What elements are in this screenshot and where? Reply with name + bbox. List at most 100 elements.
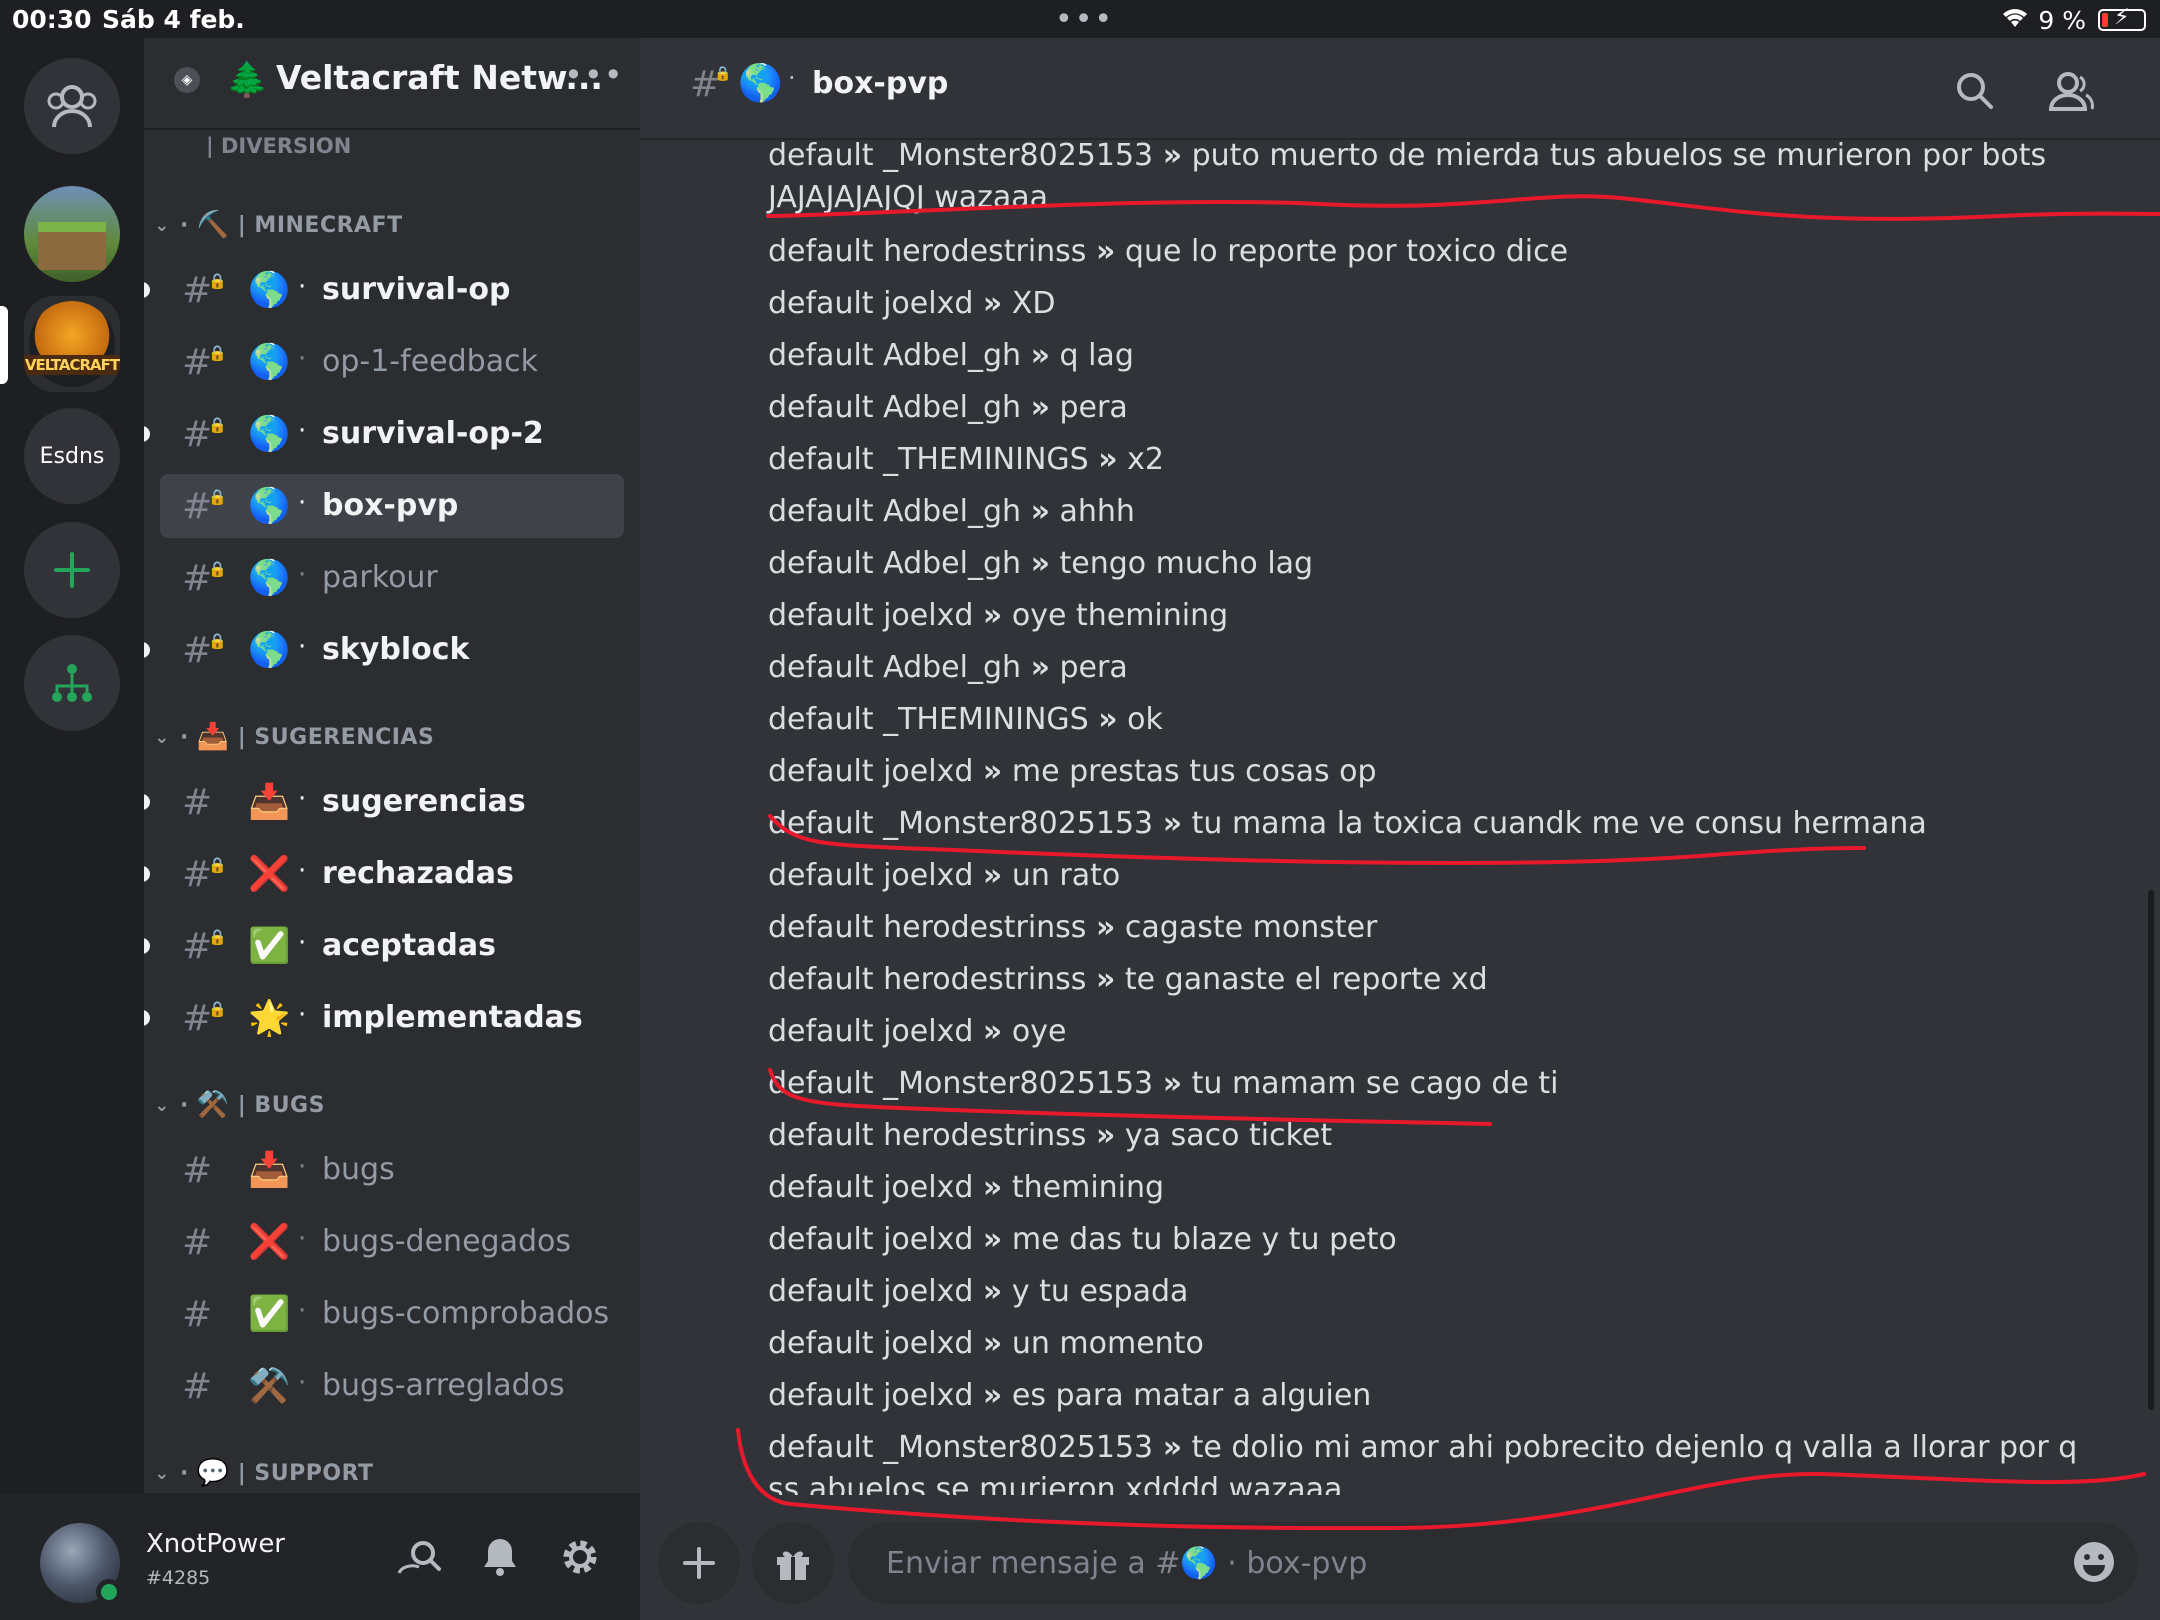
channel-emoji: ❌ xyxy=(248,1222,291,1262)
add-server-button[interactable] xyxy=(24,522,120,618)
server-esdns[interactable]: Esdns xyxy=(24,408,120,504)
category-minecraft[interactable]: ⌄ · ⛏️ | MINECRAFT xyxy=(152,210,403,240)
channel-skyblock[interactable]: # 🔒 🌎 · skyblock xyxy=(144,618,624,682)
search-button[interactable] xyxy=(1950,66,2000,116)
message-item[interactable]: default joelxd » oye themining xyxy=(768,595,2078,637)
status-time: 00:30 xyxy=(12,5,92,34)
message-separator: » xyxy=(1162,806,1183,841)
message-item[interactable]: default Adbel_gh » ahhh xyxy=(768,491,2078,533)
unread-indicator xyxy=(144,938,150,954)
server-rail: VELTACRAFT Esdns xyxy=(0,38,144,1620)
channel-box-pvp[interactable]: # 🔒 🌎 · box-pvp xyxy=(160,474,624,538)
message-item[interactable]: default herodestrinss » cagaste monster xyxy=(768,907,2078,949)
message-text: oye themining xyxy=(1011,598,1229,633)
message-author: default Adbel_gh xyxy=(768,546,1022,581)
attach-button[interactable] xyxy=(658,1522,740,1604)
boost-shield-icon: ◈ xyxy=(174,67,200,93)
channel-rechazadas[interactable]: # 🔒 ❌ · rechazadas xyxy=(144,842,624,906)
channel-sugerencias[interactable]: # 📥 · sugerencias xyxy=(144,770,624,834)
category-sugerencias[interactable]: ⌄ · 📥 | SUGERENCIAS xyxy=(152,722,434,752)
channel-bugs-comprobados[interactable]: # ✅ · bugs-comprobados xyxy=(160,1282,624,1346)
more-options-icon[interactable]: ••• xyxy=(564,56,624,94)
separator-dot: · xyxy=(298,928,307,958)
message-separator: » xyxy=(1162,1066,1183,1101)
message-item[interactable]: default joelxd » themining xyxy=(768,1167,2078,1209)
message-item[interactable]: default Adbel_gh » pera xyxy=(768,647,2078,689)
separator-dot: · xyxy=(298,784,307,814)
message-item[interactable]: default _THEMININGS » ok xyxy=(768,699,2078,741)
message-item[interactable]: default joelxd » me prestas tus cosas op xyxy=(768,751,2078,793)
settings-button[interactable] xyxy=(556,1533,604,1581)
channel-sidebar: ◈ 🌲 Veltacraft Netw... ••• | DIVERSION ⌄… xyxy=(144,38,640,1493)
guild-header[interactable]: ◈ 🌲 Veltacraft Netw... ••• xyxy=(144,38,640,130)
category-diversion-partial: | DIVERSION xyxy=(206,134,352,158)
channel-bugs-denegados[interactable]: # ❌ · bugs-denegados xyxy=(160,1210,624,1274)
channel-bugs[interactable]: # 📥 · bugs xyxy=(160,1138,624,1202)
message-item[interactable]: default _Monster8025153 » tu mamam se ca… xyxy=(768,1063,2078,1105)
message-item[interactable]: default Adbel_gh » pera xyxy=(768,387,2078,429)
veltacraft-logo: VELTACRAFT xyxy=(24,301,120,387)
message-item[interactable]: default joelxd » un momento xyxy=(768,1323,2078,1365)
message-item[interactable]: default joelxd » oye xyxy=(768,1011,2078,1053)
message-item[interactable]: default herodestrinss » ya saco ticket xyxy=(768,1115,2078,1157)
channel-survival-op[interactable]: # 🔒 🌎 · survival-op xyxy=(144,258,624,322)
lock-icon: 🔒 xyxy=(208,928,227,946)
message-item[interactable]: default joelxd » es para matar a alguien xyxy=(768,1375,2078,1417)
channel-name: bugs-denegados xyxy=(322,1224,571,1259)
channel-emoji: ❌ xyxy=(248,854,291,894)
message-author: default _Monster8025153 xyxy=(768,1066,1154,1101)
message-item[interactable]: default _Monster8025153 » puto muerto de… xyxy=(768,140,2078,219)
channel-name: aceptadas xyxy=(322,928,497,963)
server-minecraft-icon[interactable] xyxy=(24,186,120,282)
gift-button[interactable] xyxy=(752,1522,834,1604)
message-item[interactable]: default joelxd » y tu espada xyxy=(768,1271,2078,1313)
message-author: default Adbel_gh xyxy=(768,650,1022,685)
message-item[interactable]: default herodestrinss » te ganaste el re… xyxy=(768,959,2078,1001)
bell-icon xyxy=(484,1539,516,1576)
channel-survival-op-2[interactable]: # 🔒 🌎 · survival-op-2 xyxy=(144,402,624,466)
message-author: default Adbel_gh xyxy=(768,338,1022,373)
channel-op-1-feedback[interactable]: # 🔒 🌎 · op-1-feedback xyxy=(160,330,624,394)
message-separator: » xyxy=(982,858,1003,893)
unread-indicator xyxy=(144,866,150,882)
message-input[interactable]: Enviar mensaje a #🌎 · box-pvp xyxy=(848,1522,2138,1604)
message-item[interactable]: default Adbel_gh » tengo mucho lag xyxy=(768,543,2078,585)
message-item[interactable]: default Adbel_gh » q lag xyxy=(768,335,2078,377)
category-dot: · xyxy=(180,1092,189,1118)
channel-emoji: ✅ xyxy=(248,1294,291,1334)
category-support[interactable]: ⌄ · 💬 | SUPPORT xyxy=(152,1458,374,1488)
message-composer: Enviar mensaje a #🌎 · box-pvp xyxy=(640,1498,2160,1620)
message-item[interactable]: default _THEMININGS » x2 xyxy=(768,439,2078,481)
server-veltacraft-icon[interactable]: VELTACRAFT xyxy=(24,296,120,392)
message-text: un rato xyxy=(1011,858,1121,893)
channel-aceptadas[interactable]: # 🔒 ✅ · aceptadas xyxy=(144,914,624,978)
channel-bugs-arreglados[interactable]: # ⚒️ · bugs-arreglados xyxy=(160,1354,624,1418)
message-item[interactable]: default _Monster8025153 » tu mama la tox… xyxy=(768,803,2078,845)
message-author: default joelxd xyxy=(768,598,974,633)
search-people-button[interactable] xyxy=(396,1533,444,1581)
category-bugs[interactable]: ⌄ · ⚒️ | BUGS xyxy=(152,1090,325,1120)
explore-servers-button[interactable] xyxy=(24,635,120,731)
members-icon xyxy=(2048,72,2094,111)
message-item[interactable]: default joelxd » un rato xyxy=(768,855,2078,897)
channel-implementadas[interactable]: # 🔒 🌟 · implementadas xyxy=(144,986,624,1050)
notifications-button[interactable] xyxy=(476,1533,524,1581)
channel-emoji: 🌎 xyxy=(248,558,291,598)
lock-icon: 🔒 xyxy=(208,1000,227,1018)
message-text: oye xyxy=(1011,1014,1067,1049)
message-item[interactable]: default herodestrinss » que lo reporte p… xyxy=(768,231,2078,273)
message-item[interactable]: default _Monster8025153 » te dolio mi am… xyxy=(768,1427,2078,1495)
member-list-button[interactable] xyxy=(2046,66,2096,116)
category-label: | MINECRAFT xyxy=(237,212,403,238)
separator-dot: · xyxy=(298,488,307,518)
message-text: es para matar a alguien xyxy=(1011,1378,1372,1413)
multitask-dots-icon[interactable]: ••• xyxy=(1055,2,1114,37)
message-scrollbar[interactable] xyxy=(2148,890,2154,1410)
message-item[interactable]: default joelxd » XD xyxy=(768,283,2078,325)
channel-emoji: 🌎 xyxy=(248,414,291,454)
channel-parkour[interactable]: # 🔒 🌎 · parkour xyxy=(160,546,624,610)
emoji-picker-icon[interactable] xyxy=(2072,1540,2116,1594)
message-separator: » xyxy=(1095,962,1116,997)
direct-messages-button[interactable] xyxy=(24,58,120,154)
message-item[interactable]: default joelxd » me das tu blaze y tu pe… xyxy=(768,1219,2078,1261)
